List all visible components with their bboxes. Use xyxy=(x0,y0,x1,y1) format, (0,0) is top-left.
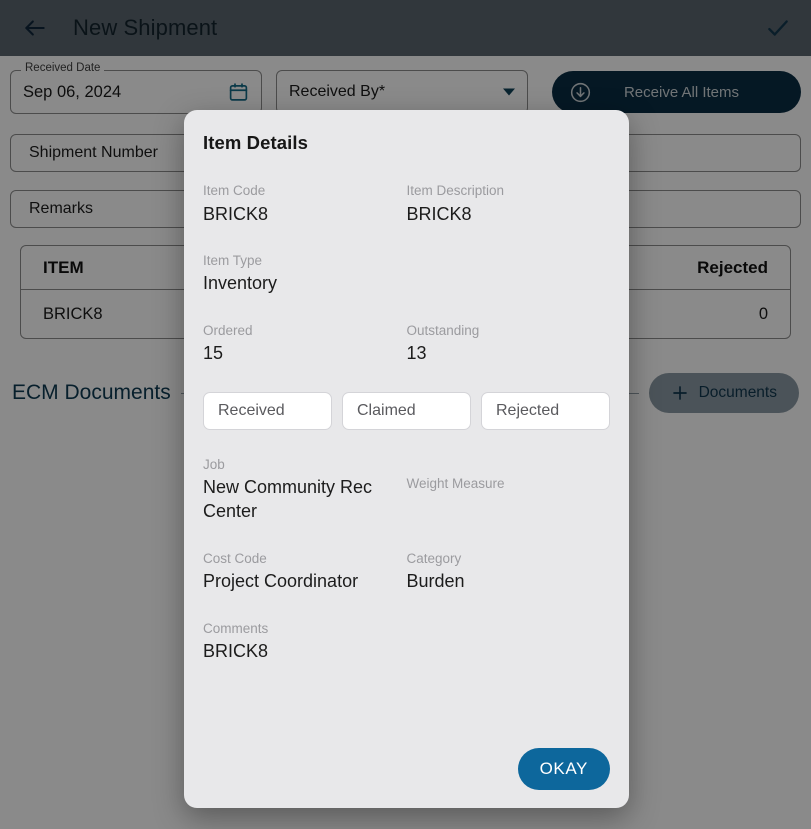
field-item-code: Item Code BRICK8 xyxy=(203,182,407,226)
field-pair-costcode-category: Cost Code Project Coordinator Category B… xyxy=(203,550,610,594)
field-pair-comments: Comments BRICK8 xyxy=(203,620,610,664)
weight-measure-label: Weight Measure xyxy=(406,475,505,491)
job-label: Job xyxy=(203,456,225,472)
okay-button[interactable]: OKAY xyxy=(517,748,610,790)
dialog-fields: Item Code BRICK8 Item Description BRICK8… xyxy=(203,182,610,663)
comments-value: BRICK8 xyxy=(203,641,269,662)
dialog-actions: OKAY xyxy=(517,748,610,790)
item-details-dialog: Item Details Item Code BRICK8 Item Descr… xyxy=(184,110,629,808)
weight-measure-value xyxy=(407,494,611,516)
field-pair-job-weight: Job New Community Rec Center Weight Meas… xyxy=(203,456,610,524)
item-code-label: Item Code xyxy=(203,183,266,198)
claimed-input-placeholder: Claimed xyxy=(357,401,416,419)
category-label: Category xyxy=(406,550,462,566)
outstanding-value: 13 xyxy=(406,343,427,364)
item-type-value: Inventory xyxy=(203,273,278,294)
item-code-value: BRICK8 xyxy=(203,203,269,224)
item-description-label: Item Description xyxy=(406,183,505,198)
item-type-label: Item Type xyxy=(203,252,263,268)
category-value: Burden xyxy=(406,571,465,592)
cost-code-label: Cost Code xyxy=(203,550,267,566)
field-item-type-spacer xyxy=(407,252,611,296)
claimed-quantity-input[interactable]: Claimed xyxy=(342,391,471,430)
field-item-type: Item Type Inventory xyxy=(203,252,407,296)
field-category: Category Burden xyxy=(407,550,611,594)
outstanding-label: Outstanding xyxy=(406,322,480,338)
field-ordered: Ordered 15 xyxy=(203,322,407,366)
received-quantity-input[interactable]: Received xyxy=(203,391,332,430)
field-job: Job New Community Rec Center xyxy=(203,456,407,524)
field-item-description: Item Description BRICK8 xyxy=(407,182,611,226)
blank-value xyxy=(407,254,611,276)
field-pair-item-type: Item Type Inventory xyxy=(203,252,610,296)
field-comments: Comments BRICK8 xyxy=(203,620,407,664)
field-weight-measure: Weight Measure xyxy=(407,456,611,524)
rejected-input-placeholder: Rejected xyxy=(496,401,560,419)
field-cost-code: Cost Code Project Coordinator xyxy=(203,550,407,594)
job-value: New Community Rec Center xyxy=(203,477,373,522)
field-outstanding: Outstanding 13 xyxy=(407,322,611,366)
field-comments-spacer xyxy=(407,620,611,664)
ordered-label: Ordered xyxy=(203,322,253,338)
received-input-placeholder: Received xyxy=(218,401,285,419)
item-description-value: BRICK8 xyxy=(406,203,472,224)
ordered-value: 15 xyxy=(203,343,224,364)
cost-code-value: Project Coordinator xyxy=(203,571,359,592)
field-pair-code-description: Item Code BRICK8 Item Description BRICK8 xyxy=(203,182,610,226)
field-pair-ordered-outstanding: Ordered 15 Outstanding 13 xyxy=(203,322,610,366)
app-root: New Shipment Received Date Sep 06, 2024 xyxy=(0,0,811,829)
dialog-title: Item Details xyxy=(203,132,309,153)
quantity-inputs-row: Received Claimed Rejected xyxy=(203,391,610,430)
comments-label: Comments xyxy=(203,620,269,636)
rejected-quantity-input[interactable]: Rejected xyxy=(481,391,610,430)
